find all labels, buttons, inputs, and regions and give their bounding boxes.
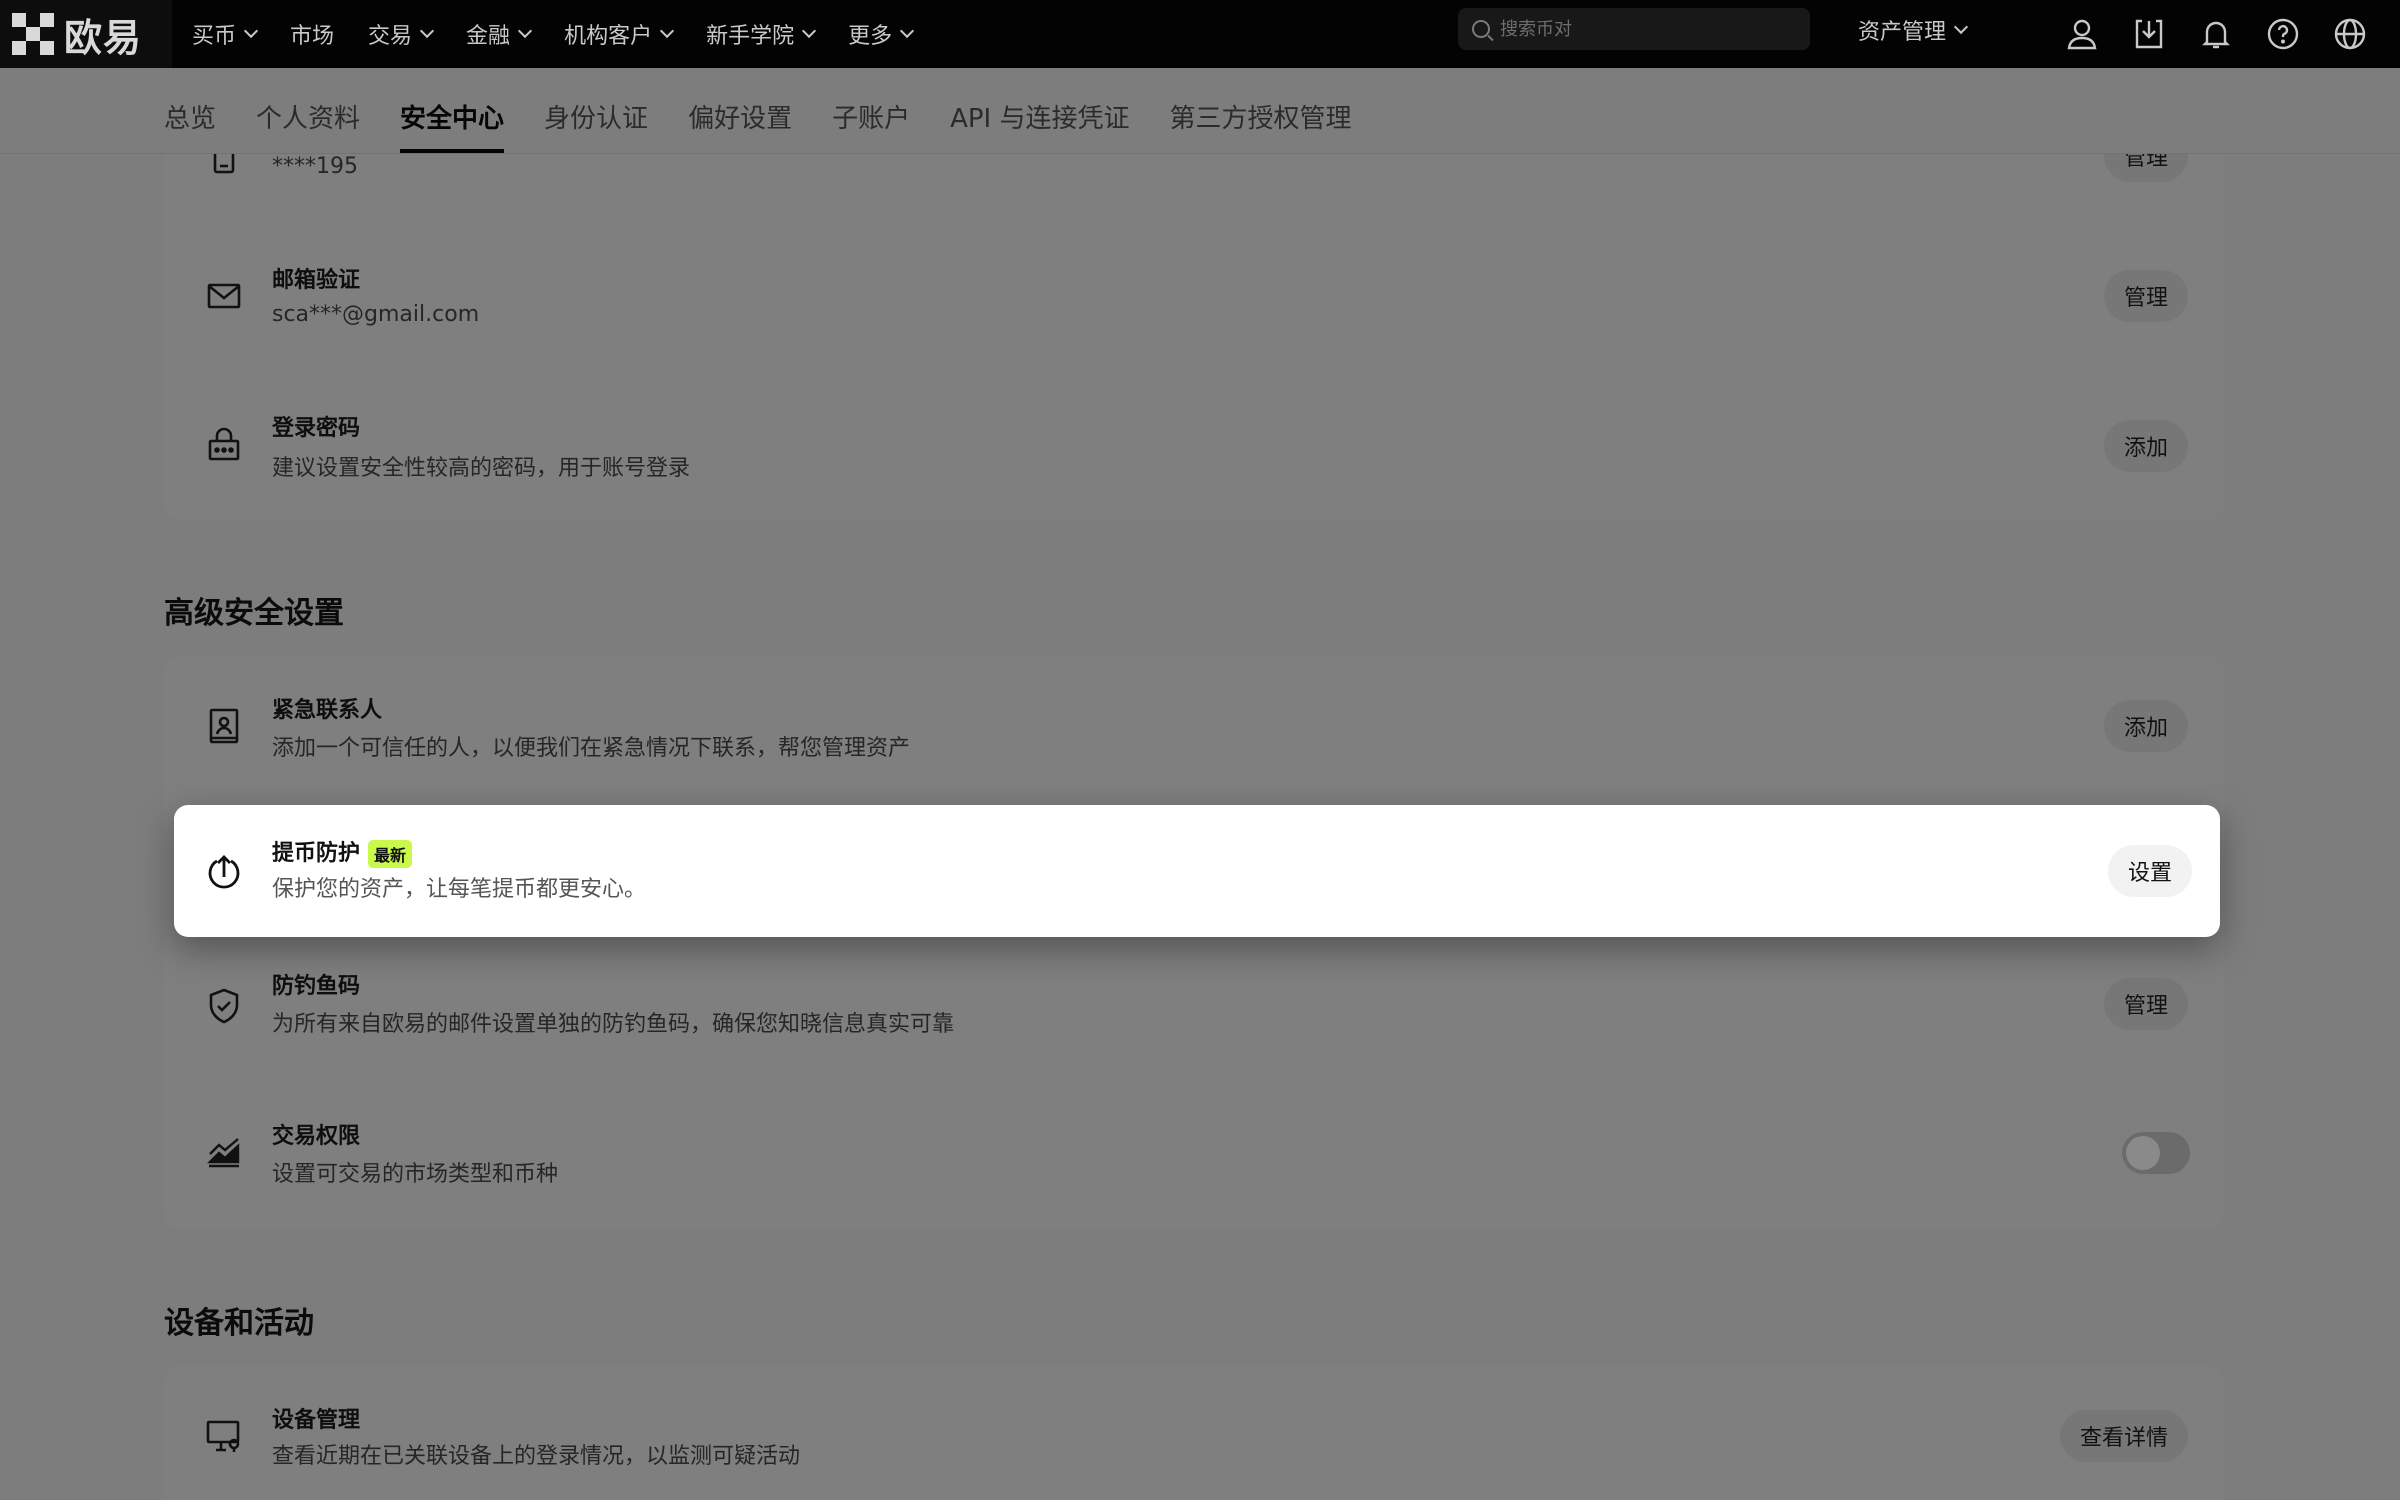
search-icon xyxy=(1472,20,1490,38)
globe-icon[interactable] xyxy=(2333,17,2367,51)
download-icon[interactable] xyxy=(2132,17,2166,51)
shield-check-icon xyxy=(204,986,244,1026)
anti-phishing-title: 防钓鱼码 xyxy=(272,974,361,999)
tab-verification[interactable]: 身份认证 xyxy=(544,98,648,153)
devices-heading: 设备和活动 xyxy=(164,1306,314,1341)
lock-icon xyxy=(204,424,244,464)
nav-label: 交易 xyxy=(368,24,413,49)
emergency-contact-desc: 添加一个可信任的人，以便我们在紧急情况下联系，帮您管理资产 xyxy=(272,736,911,761)
trade-permission-title: 交易权限 xyxy=(272,1124,361,1149)
tab-security-center[interactable]: 安全中心 xyxy=(400,98,505,153)
chevron-down-icon xyxy=(243,23,259,39)
chevron-down-icon xyxy=(900,23,915,39)
bell-icon[interactable] xyxy=(2199,17,2233,51)
nav-label: 买币 xyxy=(192,24,237,49)
email-row: 邮箱验证 sca***@gmail.com 管理 xyxy=(164,250,2224,350)
anti-phishing-manage-button[interactable]: 管理 xyxy=(2103,978,2188,1030)
trade-permission-desc: 设置可交易的市场类型和币种 xyxy=(272,1162,559,1187)
email-title: 邮箱验证 xyxy=(272,268,361,293)
withdraw-protection-desc: 保护您的资产，让每笔提币都更安心。 xyxy=(272,877,647,902)
emergency-contact-row: 紧急联系人 添加一个可信任的人，以便我们在紧急情况下联系，帮您管理资产 添加 xyxy=(164,656,2224,796)
account-tabs: 总览 个人资料 安全中心 身份认证 偏好设置 子账户 API 与连接凭证 第三方… xyxy=(0,68,2400,154)
nav-label: 市场 xyxy=(290,24,335,49)
withdraw-protection-title: 提币防护 最新 xyxy=(272,835,413,868)
device-management-title: 设备管理 xyxy=(272,1408,361,1433)
asset-management-menu[interactable]: 资产管理 xyxy=(1858,14,1969,46)
contact-book-icon xyxy=(204,706,244,746)
emergency-contact-title: 紧急联系人 xyxy=(272,698,383,723)
trade-permission-toggle[interactable] xyxy=(2122,1132,2190,1174)
tab-profile[interactable]: 个人资料 xyxy=(256,98,360,153)
trade-permission-row: 交易权限 设置可交易的市场类型和币种 xyxy=(164,1086,2224,1216)
nav-item-more[interactable]: 更多 xyxy=(848,18,915,50)
nav-label: 新手学院 xyxy=(706,24,795,49)
nav-item-academy[interactable]: 新手学院 xyxy=(706,18,817,50)
chevron-down-icon xyxy=(1953,19,1969,35)
search-input[interactable] xyxy=(1500,18,1780,40)
nav-item-trade[interactable]: 交易 xyxy=(368,18,435,50)
asset-management-label: 资产管理 xyxy=(1858,20,1947,45)
anti-phishing-row: 防钓鱼码 为所有来自欧易的邮件设置单独的防钓鱼码，确保您知晓信息真实可靠 管理 xyxy=(164,946,2224,1066)
devices-card: 设备管理 查看近期在已关联设备上的登录情况，以监测可疑活动 查看详情 xyxy=(164,1366,2224,1500)
nav-item-buy[interactable]: 买币 xyxy=(192,18,259,50)
user-icon[interactable] xyxy=(2065,17,2099,51)
password-row: 登录密码 建议设置安全性较高的密码，用于账号登录 添加 xyxy=(164,400,2224,500)
device-management-details-button[interactable]: 查看详情 xyxy=(2059,1410,2188,1462)
tab-sub-accounts[interactable]: 子账户 xyxy=(832,98,910,153)
email-value: sca***@gmail.com xyxy=(272,302,480,327)
tab-overview[interactable]: 总览 xyxy=(164,98,216,153)
tab-third-party[interactable]: 第三方授权管理 xyxy=(1170,98,1352,153)
logo-mark-icon xyxy=(12,13,54,55)
search-box[interactable] xyxy=(1458,8,1810,50)
device-monitor-icon xyxy=(204,1416,244,1456)
password-desc: 建议设置安全性较高的密码，用于账号登录 xyxy=(272,456,691,481)
password-add-button[interactable]: 添加 xyxy=(2103,420,2188,472)
chevron-down-icon xyxy=(802,23,817,39)
device-management-desc: 查看近期在已关联设备上的登录情况，以监测可疑活动 xyxy=(272,1444,801,1469)
basic-security-card: ****195 管理 邮箱验证 sca***@gmail.com 管理 登录密码… xyxy=(164,100,2224,520)
password-title: 登录密码 xyxy=(272,416,361,441)
nav-label: 更多 xyxy=(848,24,893,49)
tab-preferences[interactable]: 偏好设置 xyxy=(688,98,792,153)
nav-label: 机构客户 xyxy=(564,24,653,49)
help-icon[interactable] xyxy=(2266,17,2300,51)
chart-area-icon xyxy=(204,1132,244,1172)
anti-phishing-desc: 为所有来自欧易的邮件设置单独的防钓鱼码，确保您知晓信息真实可靠 xyxy=(272,1012,955,1037)
phone-value: ****195 xyxy=(272,154,358,179)
withdraw-protection-setup-button[interactable]: 设置 xyxy=(2107,845,2192,897)
emergency-contact-add-button[interactable]: 添加 xyxy=(2103,700,2188,752)
advanced-security-heading: 高级安全设置 xyxy=(164,596,344,631)
withdraw-protection-title-text: 提币防护 xyxy=(272,841,361,866)
nav-item-market[interactable]: 市场 xyxy=(290,18,334,50)
mail-icon xyxy=(204,276,244,316)
top-icon-bar xyxy=(2065,0,2400,68)
brand-logo[interactable]: 欧易 xyxy=(0,0,172,68)
withdraw-protection-row: 提币防护 最新 保护您的资产，让每笔提币都更安心。 设置 xyxy=(174,805,2220,937)
chevron-down-icon xyxy=(517,23,533,39)
brand-name: 欧易 xyxy=(64,15,143,60)
advanced-security-card: 紧急联系人 添加一个可信任的人，以便我们在紧急情况下联系，帮您管理资产 添加 防… xyxy=(164,656,2224,1230)
nav-item-finance[interactable]: 金融 xyxy=(466,18,533,50)
main-menu: 买币 市场 交易 金融 机构客户 新手学院 更多 xyxy=(192,18,946,50)
tab-api[interactable]: API 与连接凭证 xyxy=(950,98,1129,153)
chevron-down-icon xyxy=(660,23,675,39)
withdraw-upload-icon xyxy=(204,851,244,891)
nav-label: 金融 xyxy=(466,24,511,49)
nav-item-institutional[interactable]: 机构客户 xyxy=(564,18,675,50)
chevron-down-icon xyxy=(419,23,435,39)
top-nav: 欧易 买币 市场 交易 金融 机构客户 新手学院 更多 资产管理 xyxy=(0,0,2400,68)
new-badge: 最新 xyxy=(368,840,413,868)
device-management-row: 设备管理 查看近期在已关联设备上的登录情况，以监测可疑活动 查看详情 xyxy=(164,1366,2224,1500)
email-manage-button[interactable]: 管理 xyxy=(2103,270,2188,322)
